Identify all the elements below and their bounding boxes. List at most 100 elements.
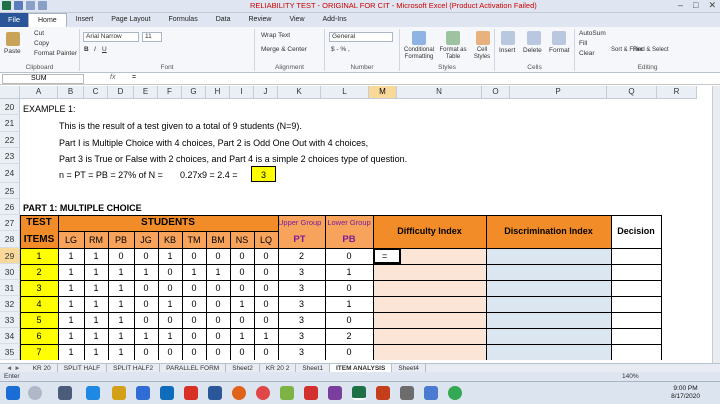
pt-value[interactable]: 3 xyxy=(278,331,325,341)
format-painter-button[interactable]: Format Painter xyxy=(34,50,77,57)
score-cell[interactable]: 0 xyxy=(230,283,254,293)
row-header-28[interactable]: 28 xyxy=(0,231,20,248)
copy-button[interactable]: Copy xyxy=(34,40,49,47)
undo-icon[interactable] xyxy=(26,1,35,10)
worksheet-grid[interactable]: EXAMPLE 1: This is the result of a test … xyxy=(20,99,712,363)
score-cell[interactable]: 0 xyxy=(182,283,206,293)
score-cell[interactable]: 0 xyxy=(254,347,278,357)
score-cell[interactable]: 0 xyxy=(134,283,158,293)
mail-icon[interactable] xyxy=(160,386,174,400)
row-header-30[interactable]: 30 xyxy=(0,264,20,280)
insert-cells-button[interactable]: Insert xyxy=(499,47,515,54)
app5-icon[interactable] xyxy=(424,386,438,400)
score-cell[interactable]: 1 xyxy=(230,299,254,309)
score-cell[interactable]: 0 xyxy=(134,251,158,261)
score-cell[interactable]: 0 xyxy=(134,315,158,325)
pt-value[interactable]: 3 xyxy=(278,283,325,293)
score-cell[interactable]: 1 xyxy=(108,347,134,357)
row-header-24[interactable]: 24 xyxy=(0,164,20,183)
score-cell[interactable]: 1 xyxy=(158,251,182,261)
format-cells-button[interactable]: Format xyxy=(549,47,570,54)
tab-home[interactable]: Home xyxy=(28,13,67,27)
column-header-g[interactable]: G xyxy=(182,86,206,99)
app-icon[interactable] xyxy=(184,386,198,400)
format-cells-icon[interactable] xyxy=(552,31,566,45)
powerpoint-icon[interactable] xyxy=(376,386,390,400)
score-cell[interactable]: 1 xyxy=(108,331,134,341)
score-cell[interactable]: 1 xyxy=(182,267,206,277)
score-cell[interactable]: 1 xyxy=(108,267,134,277)
row-header-27[interactable]: 27 xyxy=(0,215,20,231)
tab-formulas[interactable]: Formulas xyxy=(160,13,207,27)
item-number[interactable]: 2 xyxy=(20,267,58,277)
row-header-26[interactable]: 26 xyxy=(0,199,20,215)
app2-icon[interactable] xyxy=(280,386,294,400)
score-cell[interactable]: 0 xyxy=(206,315,230,325)
tab-page-layout[interactable]: Page Layout xyxy=(102,13,159,27)
column-header-o[interactable]: O xyxy=(482,86,510,99)
score-cell[interactable]: 0 xyxy=(158,347,182,357)
score-cell[interactable]: 1 xyxy=(108,283,134,293)
row-header-34[interactable]: 34 xyxy=(0,328,20,344)
score-cell[interactable]: 0 xyxy=(134,299,158,309)
cell-styles-icon[interactable] xyxy=(476,31,490,45)
column-header-h[interactable]: H xyxy=(206,86,230,99)
score-cell[interactable]: 1 xyxy=(58,315,84,325)
merge-center-button[interactable]: Merge & Center xyxy=(261,46,307,53)
pb-value[interactable]: 1 xyxy=(325,299,373,309)
row-header-35[interactable]: 35 xyxy=(0,344,20,360)
insert-cells-icon[interactable] xyxy=(501,31,515,45)
word-icon[interactable] xyxy=(208,386,222,400)
row-header-29[interactable]: 29 xyxy=(0,248,20,264)
score-cell[interactable]: 1 xyxy=(206,267,230,277)
excel-taskbar-icon[interactable] xyxy=(352,386,366,400)
score-cell[interactable]: 0 xyxy=(254,299,278,309)
score-cell[interactable]: 1 xyxy=(84,299,108,309)
row-header-22[interactable]: 22 xyxy=(0,132,20,148)
task-view-icon[interactable] xyxy=(58,386,72,400)
column-header-b[interactable]: B xyxy=(58,86,84,99)
score-cell[interactable]: 1 xyxy=(58,347,84,357)
row-header-21[interactable]: 21 xyxy=(0,115,20,132)
close-icon[interactable]: ✕ xyxy=(708,0,716,11)
format-table-button[interactable]: Format as Table xyxy=(438,47,468,61)
column-header-p[interactable]: P xyxy=(510,86,607,99)
font-name-select[interactable]: Arial Narrow xyxy=(83,32,139,42)
row-header-25[interactable]: 25 xyxy=(0,183,20,199)
clear-button[interactable]: Clear xyxy=(579,50,595,57)
vertical-scrollbar[interactable] xyxy=(712,86,720,363)
pt-value[interactable]: 3 xyxy=(278,315,325,325)
delete-cells-icon[interactable] xyxy=(527,31,541,45)
pt-value[interactable]: 2 xyxy=(278,251,325,261)
zoom-level[interactable]: 140% xyxy=(622,372,639,381)
name-box[interactable]: SUM xyxy=(2,74,84,84)
row-header-23[interactable]: 23 xyxy=(0,148,20,164)
score-cell[interactable]: 0 xyxy=(254,267,278,277)
paste-icon[interactable] xyxy=(6,32,20,46)
score-cell[interactable]: 0 xyxy=(108,251,134,261)
column-header-r[interactable]: R xyxy=(657,86,697,99)
score-cell[interactable]: 0 xyxy=(158,283,182,293)
pb-value[interactable]: 0 xyxy=(325,283,373,293)
app3-icon[interactable] xyxy=(328,386,342,400)
maximize-icon[interactable]: □ xyxy=(693,0,698,11)
score-cell[interactable]: 0 xyxy=(230,347,254,357)
score-cell[interactable]: 0 xyxy=(254,315,278,325)
score-cell[interactable]: 1 xyxy=(108,299,134,309)
column-header-i[interactable]: I xyxy=(230,86,254,99)
score-cell[interactable]: 0 xyxy=(206,331,230,341)
score-cell[interactable]: 0 xyxy=(206,299,230,309)
score-cell[interactable]: 1 xyxy=(158,299,182,309)
column-header-j[interactable]: J xyxy=(254,86,278,99)
underline-button[interactable]: U xyxy=(102,46,107,53)
column-header-l[interactable]: L xyxy=(321,86,369,99)
score-cell[interactable]: 0 xyxy=(254,251,278,261)
score-cell[interactable]: 0 xyxy=(230,315,254,325)
minimize-icon[interactable]: – xyxy=(678,0,683,11)
column-header-m[interactable]: M xyxy=(369,86,397,99)
column-header-n[interactable]: N xyxy=(397,86,482,99)
cell-styles-button[interactable]: Cell Styles xyxy=(470,47,494,61)
item-number[interactable]: 6 xyxy=(20,331,58,341)
fx-icon[interactable]: fx xyxy=(110,74,115,81)
score-cell[interactable]: 1 xyxy=(230,331,254,341)
